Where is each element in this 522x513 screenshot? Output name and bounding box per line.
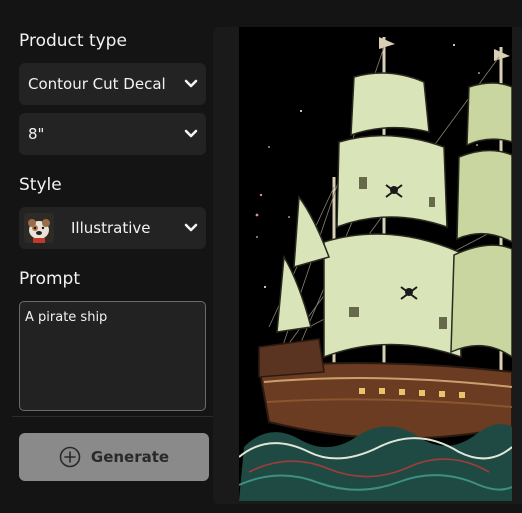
pirate-ship-illustration bbox=[239, 27, 512, 501]
divider bbox=[12, 416, 213, 417]
chevron-down-icon bbox=[176, 79, 206, 89]
generate-button[interactable]: Generate bbox=[19, 433, 209, 481]
bulldog-avatar-icon bbox=[24, 213, 54, 243]
prompt-label: Prompt bbox=[19, 269, 80, 289]
chevron-down-icon bbox=[176, 223, 206, 233]
product-type-value: Contour Cut Decal bbox=[28, 75, 166, 93]
product-type-label: Product type bbox=[19, 31, 127, 51]
product-type-select[interactable]: Contour Cut Decal bbox=[19, 63, 206, 105]
size-select[interactable]: 8" bbox=[19, 113, 206, 155]
style-value: Illustrative bbox=[71, 219, 151, 237]
size-value: 8" bbox=[28, 125, 45, 143]
chevron-down-icon bbox=[176, 129, 206, 139]
plus-circle-icon bbox=[59, 446, 81, 468]
preview-image bbox=[239, 27, 512, 501]
style-select[interactable]: Illustrative bbox=[19, 207, 206, 249]
prompt-textarea[interactable]: A pirate ship bbox=[19, 301, 206, 411]
left-panel: Product type Contour Cut Decal 8" Style bbox=[0, 0, 213, 513]
style-label: Style bbox=[19, 175, 62, 195]
generate-label: Generate bbox=[90, 448, 170, 466]
